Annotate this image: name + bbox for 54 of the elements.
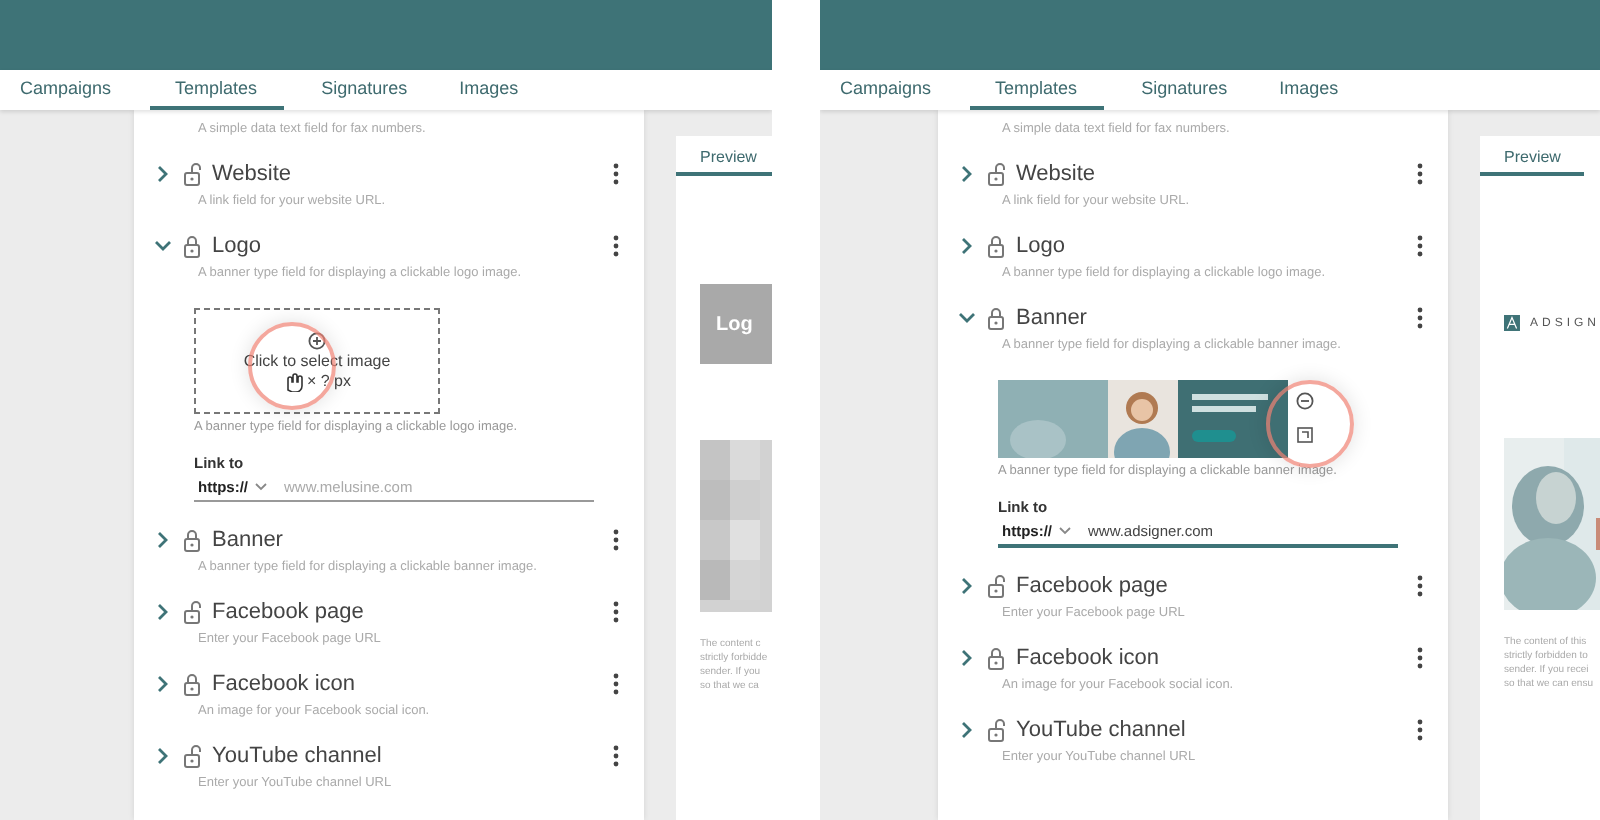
- caret-icon: [254, 481, 268, 491]
- field-title: Facebook icon: [1016, 646, 1162, 670]
- expand-chevron-icon[interactable]: [958, 648, 976, 668]
- tab[interactable]: Signatures: [1127, 70, 1242, 110]
- expand-chevron-icon[interactable]: [958, 164, 976, 184]
- preview-tab[interactable]: Preview: [676, 140, 772, 176]
- collapse-chevron-icon[interactable]: [958, 308, 976, 328]
- caret-icon: [1058, 525, 1072, 535]
- more-options-icon[interactable]: [612, 744, 620, 768]
- expand-chevron-icon[interactable]: [154, 164, 172, 184]
- field-title: Banner: [1016, 306, 1089, 330]
- expand-chevron-icon[interactable]: [154, 530, 172, 550]
- tab[interactable]: Signatures: [307, 70, 422, 110]
- more-options-icon[interactable]: [612, 528, 620, 552]
- more-options-icon[interactable]: [612, 234, 620, 258]
- more-options-icon[interactable]: [1416, 306, 1424, 330]
- field-title: YouTube channel: [1016, 718, 1188, 742]
- more-options-icon[interactable]: [1416, 646, 1424, 670]
- expand-chevron-icon[interactable]: [958, 236, 976, 256]
- field-title: Logo: [1016, 234, 1067, 258]
- tab[interactable]: Campaigns: [6, 70, 126, 110]
- field-title: Facebook page: [1016, 574, 1170, 598]
- field-title: Logo: [212, 234, 263, 258]
- crop-icon[interactable]: [1296, 426, 1314, 444]
- collapse-chevron-icon[interactable]: [154, 236, 172, 256]
- add-icon: [308, 331, 326, 349]
- image-size: × ? px: [306, 371, 351, 389]
- expand-chevron-icon[interactable]: [958, 720, 976, 740]
- hand-cursor-icon: [282, 369, 305, 391]
- preview-tab[interactable]: Preview: [1480, 140, 1585, 176]
- expand-chevron-icon[interactable]: [154, 746, 172, 766]
- field-title: Banner: [212, 528, 285, 552]
- expand-chevron-icon[interactable]: [958, 576, 976, 596]
- tab[interactable]: Images: [1265, 70, 1353, 110]
- more-options-icon[interactable]: [612, 162, 620, 186]
- field-title: Facebook page: [212, 600, 366, 624]
- more-options-icon[interactable]: [1416, 574, 1424, 598]
- field-title: Website: [1016, 162, 1098, 186]
- expand-chevron-icon[interactable]: [154, 602, 172, 622]
- tab[interactable]: Campaigns: [826, 70, 946, 110]
- expand-chevron-icon[interactable]: [154, 674, 172, 694]
- field-title: YouTube channel: [212, 744, 384, 768]
- logo-text: Log: [716, 313, 753, 335]
- more-options-icon[interactable]: [612, 600, 620, 624]
- upload-prompt: Click to select image: [243, 351, 391, 369]
- more-options-icon[interactable]: [1416, 162, 1424, 186]
- more-options-icon[interactable]: [1416, 718, 1424, 742]
- remove-icon[interactable]: [1296, 392, 1314, 410]
- more-options-icon[interactable]: [612, 672, 620, 696]
- field-title: Facebook icon: [212, 672, 358, 696]
- tab[interactable]: Images: [445, 70, 533, 110]
- field-title: Website: [212, 162, 294, 186]
- image-drop-zone[interactable]: Click to select image × ? px: [194, 308, 440, 414]
- more-options-icon[interactable]: [1416, 234, 1424, 258]
